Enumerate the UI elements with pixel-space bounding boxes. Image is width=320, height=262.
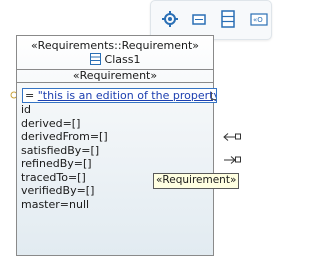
class-icon: [89, 53, 101, 69]
property-edit-field[interactable]: = "this is an edition of the property": [22, 88, 217, 103]
palette-icon[interactable]: [159, 8, 181, 30]
class-name: Class1: [104, 53, 141, 66]
floating-toolbar: «O: [150, 0, 272, 40]
attribute-item[interactable]: verifiedBy=[]: [21, 184, 108, 198]
incoming-connection-arrow-icon[interactable]: [222, 127, 242, 141]
requirement-class-node[interactable]: «Requirements::Requirement» Class1 «Requ…: [16, 35, 217, 256]
chevron-down-icon: [211, 92, 216, 100]
edit-prefix: =: [25, 89, 35, 102]
attribute-item[interactable]: id: [21, 103, 108, 117]
node-header: «Requirements::Requirement» Class1: [17, 36, 213, 69]
attribute-item[interactable]: refinedBy=[]: [21, 157, 108, 171]
class-name-row: Class1: [17, 53, 213, 69]
attribute-item[interactable]: tracedTo=[]: [21, 171, 108, 185]
compartment-divider: [17, 82, 213, 83]
compartment-title: «Requirement»: [72, 69, 158, 82]
rectangle-icon[interactable]: [188, 8, 210, 30]
stereotype-icon-label: «O: [253, 16, 263, 24]
outgoing-connection-arrow-icon[interactable]: [222, 150, 242, 164]
stereotype-label: «Requirements::Requirement»: [30, 39, 200, 52]
edit-value: "this is an edition of the property": [37, 89, 217, 102]
attribute-item[interactable]: derivedFrom=[]: [21, 130, 108, 144]
attribute-list: id derived=[] derivedFrom=[] satisfiedBy…: [21, 103, 108, 211]
attribute-item[interactable]: satisfiedBy=[]: [21, 144, 108, 158]
compartment-icon[interactable]: [217, 8, 239, 30]
stereotype-tooltip: «Requirement»: [153, 173, 240, 189]
stereotype-icon[interactable]: «O: [247, 8, 269, 30]
attribute-item[interactable]: derived=[]: [21, 117, 108, 131]
attribute-item[interactable]: master=null: [21, 198, 108, 212]
